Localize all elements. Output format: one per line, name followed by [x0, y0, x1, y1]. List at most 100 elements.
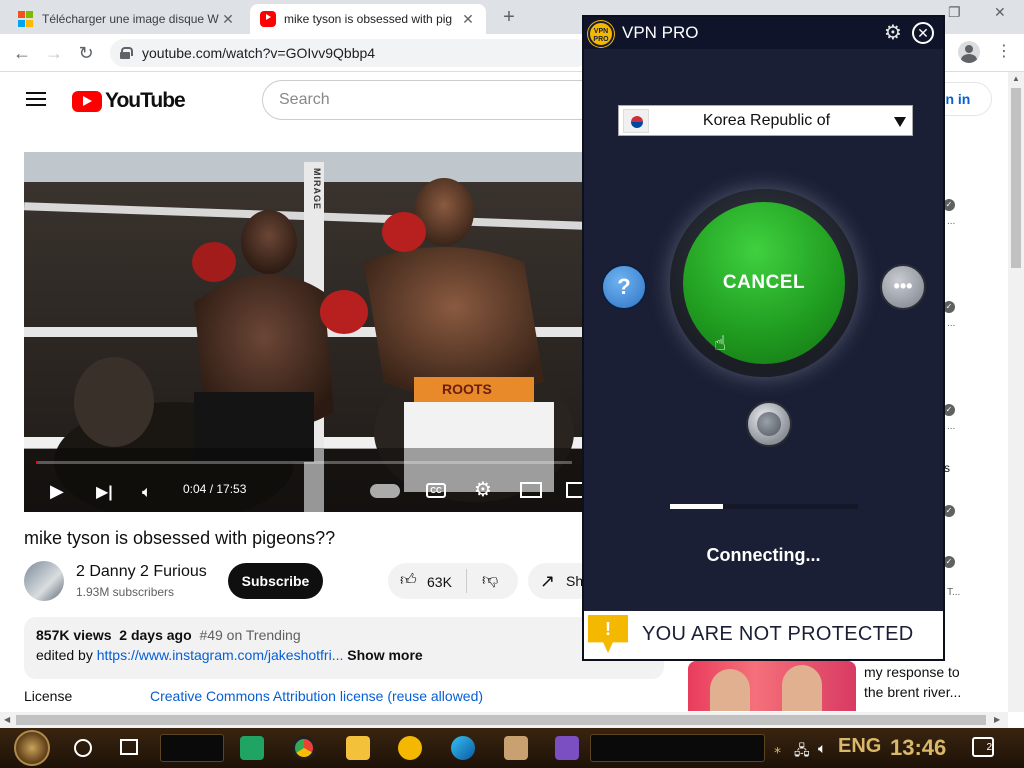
license-link[interactable]: Creative Commons Attribution license (re…: [150, 688, 483, 704]
tab-title: mike tyson is obsessed with pig: [284, 12, 453, 26]
notification-icon[interactable]: 2: [972, 737, 994, 757]
restore-window-icon[interactable]: ❐: [948, 4, 961, 21]
menu-icon[interactable]: [26, 92, 46, 106]
trunks-text: ROOTS: [442, 381, 492, 397]
warning-text: YOU ARE NOT PROTECTED: [642, 623, 914, 645]
edge-icon[interactable]: [451, 736, 475, 760]
recommended-title-line: my response to: [864, 664, 960, 680]
play-icon[interactable]: ▶: [50, 481, 64, 502]
youtube-play-icon: [72, 90, 102, 112]
profile-avatar-icon[interactable]: [958, 41, 980, 63]
vpn-logo-icon: VPN PRO: [588, 21, 614, 47]
network-icon[interactable]: 🖧︎: [794, 740, 810, 764]
close-window-icon[interactable]: ✕: [994, 4, 1006, 21]
start-button[interactable]: [14, 730, 50, 766]
taskbar-slot: [160, 734, 224, 762]
country-select[interactable]: Korea Republic of: [618, 105, 913, 136]
vertical-scrollbar[interactable]: ▲: [1008, 72, 1024, 712]
subscriber-count: 1.93M subscribers: [76, 585, 175, 599]
file-explorer-icon[interactable]: [346, 736, 370, 760]
scroll-right-icon[interactable]: ▶: [994, 715, 1000, 724]
video-player[interactable]: MIRAGE ROOTS ▶ ▶| 🔈︎ 0:04 / 17:53 CC ⚙: [24, 152, 584, 512]
app-icon[interactable]: [504, 736, 528, 760]
vpn-titlebar[interactable]: VPN PRO VPN PRO ⚙ ✕: [584, 17, 943, 49]
seek-bar-played: [36, 461, 39, 464]
thumbnail-face: [710, 669, 750, 711]
seek-bar[interactable]: [36, 461, 572, 464]
video-title: mike tyson is obsessed with pigeons??: [24, 528, 336, 548]
microsoft-icon: [18, 11, 34, 27]
chevron-down-icon: [894, 117, 906, 127]
reload-button[interactable]: ↻: [74, 41, 98, 65]
snippet-text: ...: [947, 421, 956, 432]
search-icon[interactable]: [74, 739, 92, 757]
share-icon: ↗: [540, 571, 556, 591]
taskbar: ⁎ 🖧︎ 🔈︎ ENG 13:46 2: [0, 728, 1024, 768]
scrollbar-thumb[interactable]: [1011, 88, 1021, 268]
tab-telecharger[interactable]: Télécharger une image disque W ✕: [8, 4, 246, 34]
vpn-app-title: VPN PRO: [622, 23, 699, 42]
time-display: 0:04 / 17:53: [183, 482, 247, 496]
volume-icon[interactable]: 🔈︎: [142, 484, 152, 502]
settings-icon[interactable]: ⚙: [474, 477, 492, 502]
scrollbar-thumb[interactable]: [16, 715, 986, 725]
ring-post-text: MIRAGE: [312, 168, 322, 210]
warning-icon: !: [588, 615, 628, 653]
korea-flag-icon: [623, 109, 649, 133]
help-button[interactable]: ?: [601, 264, 647, 310]
chrome-icon[interactable]: [292, 736, 316, 760]
show-more-button[interactable]: Show more: [347, 647, 422, 663]
horizontal-scrollbar[interactable]: ◀ ▶: [0, 712, 1008, 728]
visual-studio-icon[interactable]: [555, 736, 579, 760]
autoplay-toggle[interactable]: [370, 484, 400, 498]
channel-name[interactable]: 2 Danny 2 Furious: [76, 563, 207, 581]
protection-warning: ! YOU ARE NOT PROTECTED: [584, 611, 943, 659]
recommended-title[interactable]: my response to the brent river...: [864, 662, 974, 702]
more-options-button[interactable]: •••: [880, 264, 926, 310]
like-icon[interactable]: 👍︎: [400, 571, 417, 590]
show-hidden-icons[interactable]: ⁎: [774, 740, 781, 757]
google-sheets-icon[interactable]: [240, 736, 264, 760]
country-value: Korea Republic of: [702, 112, 831, 129]
back-button[interactable]: ←: [10, 41, 34, 65]
trending-badge[interactable]: #49 on Trending: [199, 627, 300, 643]
description-prefix: edited by: [36, 647, 97, 663]
close-tab-icon[interactable]: ✕: [220, 11, 236, 28]
scroll-left-icon[interactable]: ◀: [4, 715, 10, 724]
globe-icon[interactable]: [746, 401, 792, 447]
description-link[interactable]: https://www.instagram.com/jakeshotfri...: [97, 647, 344, 663]
scroll-up-icon[interactable]: ▲: [1012, 74, 1020, 83]
volume-mute-icon[interactable]: 🔈︎: [818, 740, 826, 757]
snippet-text: ...: [947, 318, 956, 329]
new-tab-button[interactable]: +: [496, 6, 522, 30]
address-bar[interactable]: youtube.com/watch?v=GOIvv9Qbbp4: [110, 39, 590, 67]
next-icon[interactable]: ▶|: [96, 482, 113, 502]
cancel-button[interactable]: CANCEL: [683, 202, 845, 364]
browser-menu-icon[interactable]: ⋮: [996, 42, 1012, 62]
snippet-text: T...: [947, 587, 961, 598]
channel-avatar[interactable]: [24, 561, 64, 601]
recommended-thumbnail[interactable]: [688, 661, 856, 711]
tab-youtube[interactable]: mike tyson is obsessed with pig ✕: [250, 4, 486, 34]
close-tab-icon[interactable]: ✕: [460, 11, 476, 28]
youtube-logo[interactable]: YouTube: [72, 89, 186, 113]
language-indicator[interactable]: ENG: [838, 735, 881, 758]
lock-icon: [120, 47, 133, 59]
gear-icon[interactable]: ⚙: [884, 22, 902, 44]
tab-title: Télécharger une image disque W: [42, 12, 219, 26]
dislike-icon[interactable]: 👎︎: [482, 571, 498, 590]
captions-icon[interactable]: CC: [426, 483, 446, 498]
miniplayer-icon[interactable]: [520, 482, 542, 498]
forward-button[interactable]: →: [42, 41, 66, 65]
description-box[interactable]: 857K views 2 days ago #49 on Trending ed…: [24, 617, 664, 679]
vpn-window: VPN PRO VPN PRO ⚙ ✕ Korea Republic of CA…: [582, 15, 945, 661]
clock[interactable]: 13:46: [890, 735, 946, 761]
task-view-icon[interactable]: [120, 739, 138, 755]
thumbnail-face: [782, 665, 822, 711]
close-icon[interactable]: ✕: [912, 22, 934, 44]
vpn-pro-taskbar-icon[interactable]: [398, 736, 422, 760]
hand-cursor-icon: ☝: [714, 333, 727, 355]
subscribe-button[interactable]: Subscribe: [228, 563, 323, 599]
search-input[interactable]: Search: [262, 80, 592, 120]
video-frame: [24, 152, 584, 512]
